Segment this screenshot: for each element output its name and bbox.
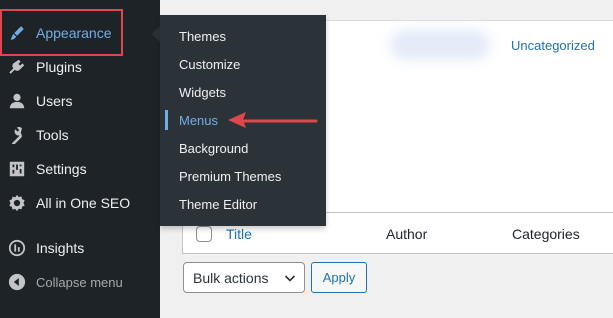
submenu-item-background[interactable]: Background xyxy=(160,134,326,162)
annotation-arrow xyxy=(228,112,318,128)
paintbrush-icon xyxy=(8,24,26,42)
bulk-actions-select[interactable]: Bulk actions xyxy=(183,262,305,293)
menu-item-settings[interactable]: Settings xyxy=(0,153,160,185)
menu-label: Appearance xyxy=(36,25,112,41)
menu-item-insights[interactable]: Insights xyxy=(0,232,160,264)
insights-icon xyxy=(8,239,26,257)
menu-label: Collapse menu xyxy=(36,274,123,290)
user-icon xyxy=(8,92,26,110)
plugin-icon xyxy=(8,58,26,76)
submenu-item-themes[interactable]: Themes xyxy=(160,22,326,50)
menu-item-appearance[interactable]: Appearance xyxy=(0,17,160,49)
menu-label: Plugins xyxy=(36,59,82,75)
blurred-link xyxy=(390,30,490,60)
menu-label: Users xyxy=(36,93,73,109)
submenu-item-customize[interactable]: Customize xyxy=(160,50,326,78)
menu-item-all-in-one-seo[interactable]: All in One SEO xyxy=(0,187,160,219)
menu-item-tools[interactable]: Tools xyxy=(0,119,160,151)
menu-label: Tools xyxy=(36,127,69,143)
menu-label: Settings xyxy=(36,161,87,177)
submenu-item-premium-themes[interactable]: Premium Themes xyxy=(160,162,326,190)
menu-item-users[interactable]: Users xyxy=(0,85,160,117)
collapse-icon xyxy=(8,273,26,291)
submenu-item-theme-editor[interactable]: Theme Editor xyxy=(160,190,326,218)
collapse-menu-button[interactable]: Collapse menu xyxy=(0,266,160,298)
submenu-item-widgets[interactable]: Widgets xyxy=(160,78,326,106)
menu-label: All in One SEO xyxy=(36,195,131,211)
bulk-actions-value: Bulk actions xyxy=(193,269,269,286)
column-title[interactable]: Title xyxy=(226,226,252,242)
select-all-checkbox[interactable] xyxy=(196,226,212,242)
settings-icon xyxy=(8,160,26,178)
menu-item-plugins[interactable]: Plugins xyxy=(0,51,160,83)
column-categories: Categories xyxy=(512,226,580,242)
flyout-pointer xyxy=(152,26,160,42)
seo-gear-icon xyxy=(8,194,26,212)
apply-button[interactable]: Apply xyxy=(311,262,367,293)
admin-sidebar: Appearance Plugins Users Tools Settings … xyxy=(0,0,160,318)
menu-label: Insights xyxy=(36,240,85,256)
chevron-down-icon xyxy=(284,275,296,282)
column-author: Author xyxy=(386,226,428,242)
wrench-icon xyxy=(8,126,26,144)
category-link[interactable]: Uncategorized xyxy=(511,38,595,53)
